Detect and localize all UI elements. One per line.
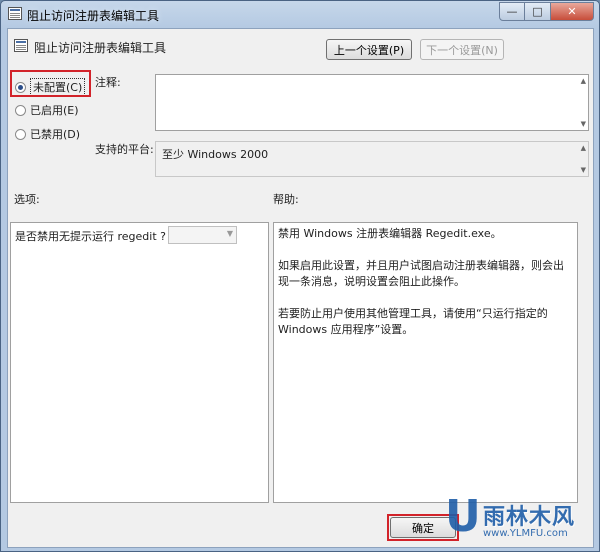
help-label: 帮助: — [273, 193, 299, 206]
policy-icon — [8, 7, 22, 20]
close-button[interactable]: ✕ — [551, 2, 594, 21]
option-dropdown[interactable]: ▼ — [168, 226, 237, 244]
scroll-up-icon[interactable]: ▲ — [581, 144, 586, 152]
scroll-down-icon[interactable]: ▼ — [581, 166, 586, 174]
platform-label: 支持的平台: — [95, 143, 154, 156]
radio-label: 已禁用(D) — [30, 128, 81, 141]
option-question: 是否禁用无提示运行 regedit ? — [15, 230, 166, 243]
dialog-client: 阻止访问注册表编辑工具 上一个设置(P) 下一个设置(N) 未配置(C) 已启用… — [7, 28, 594, 548]
radio-button[interactable] — [15, 104, 26, 116]
comment-textarea[interactable]: ▲ ▼ — [155, 74, 589, 131]
policy-icon — [14, 39, 28, 52]
watermark-letter: U — [445, 491, 481, 542]
radio-enabled[interactable]: 已启用(E) — [15, 102, 79, 118]
minimize-button[interactable]: — — [499, 2, 525, 21]
watermark-brand: 雨林木风 — [483, 505, 576, 530]
help-paragraph: 如果启用此设置，并且用户试图启动注册表编辑器，则会出现一条消息，说明设置会阻止此… — [278, 259, 564, 288]
help-text: 禁用 Windows 注册表编辑器 Regedit.exe。 如果启用此设置，并… — [278, 226, 570, 354]
comment-scrollbar[interactable]: ▲ ▼ — [577, 75, 588, 130]
watermark-url: www.YLMFU.com — [483, 528, 568, 539]
scroll-down-icon[interactable]: ▼ — [581, 120, 586, 128]
comment-label: 注释: — [95, 76, 121, 89]
window-title: 阻止访问注册表编辑工具 — [27, 9, 160, 23]
radio-label: 已启用(E) — [30, 104, 79, 117]
chevron-down-icon[interactable]: ▼ — [227, 229, 233, 238]
highlight-box — [10, 70, 91, 97]
platform-scrollbar[interactable]: ▲ ▼ — [577, 142, 588, 176]
platform-field: 至少 Windows 2000 ▲ ▼ — [155, 141, 589, 177]
maximize-button[interactable]: □ — [525, 2, 551, 21]
platform-value: 至少 Windows 2000 — [162, 148, 269, 161]
caption-buttons: — □ ✕ — [499, 2, 594, 21]
next-setting-button[interactable]: 下一个设置(N) — [420, 39, 504, 60]
policy-title: 阻止访问注册表编辑工具 — [34, 41, 167, 55]
options-label: 选项: — [14, 193, 40, 206]
watermark-logo: U 雨林木风 www.YLMFU.com — [445, 495, 593, 547]
help-panel: 禁用 Windows 注册表编辑器 Regedit.exe。 如果启用此设置，并… — [273, 222, 578, 503]
help-paragraph: 禁用 Windows 注册表编辑器 Regedit.exe。 — [278, 227, 502, 240]
radio-disabled[interactable]: 已禁用(D) — [15, 126, 80, 142]
options-panel: 是否禁用无提示运行 regedit ? ▼ — [10, 222, 269, 503]
dialog-window: 阻止访问注册表编辑工具 — □ ✕ 阻止访问注册表编辑工具 上一个设置(P) 下… — [0, 0, 600, 552]
radio-button[interactable] — [15, 128, 26, 140]
scroll-up-icon[interactable]: ▲ — [581, 77, 586, 85]
previous-setting-button[interactable]: 上一个设置(P) — [326, 39, 412, 60]
title-bar[interactable]: 阻止访问注册表编辑工具 — □ ✕ — [1, 1, 599, 28]
help-paragraph: 若要防止用户使用其他管理工具，请使用“只运行指定的 Windows 应用程序”设… — [278, 307, 548, 336]
